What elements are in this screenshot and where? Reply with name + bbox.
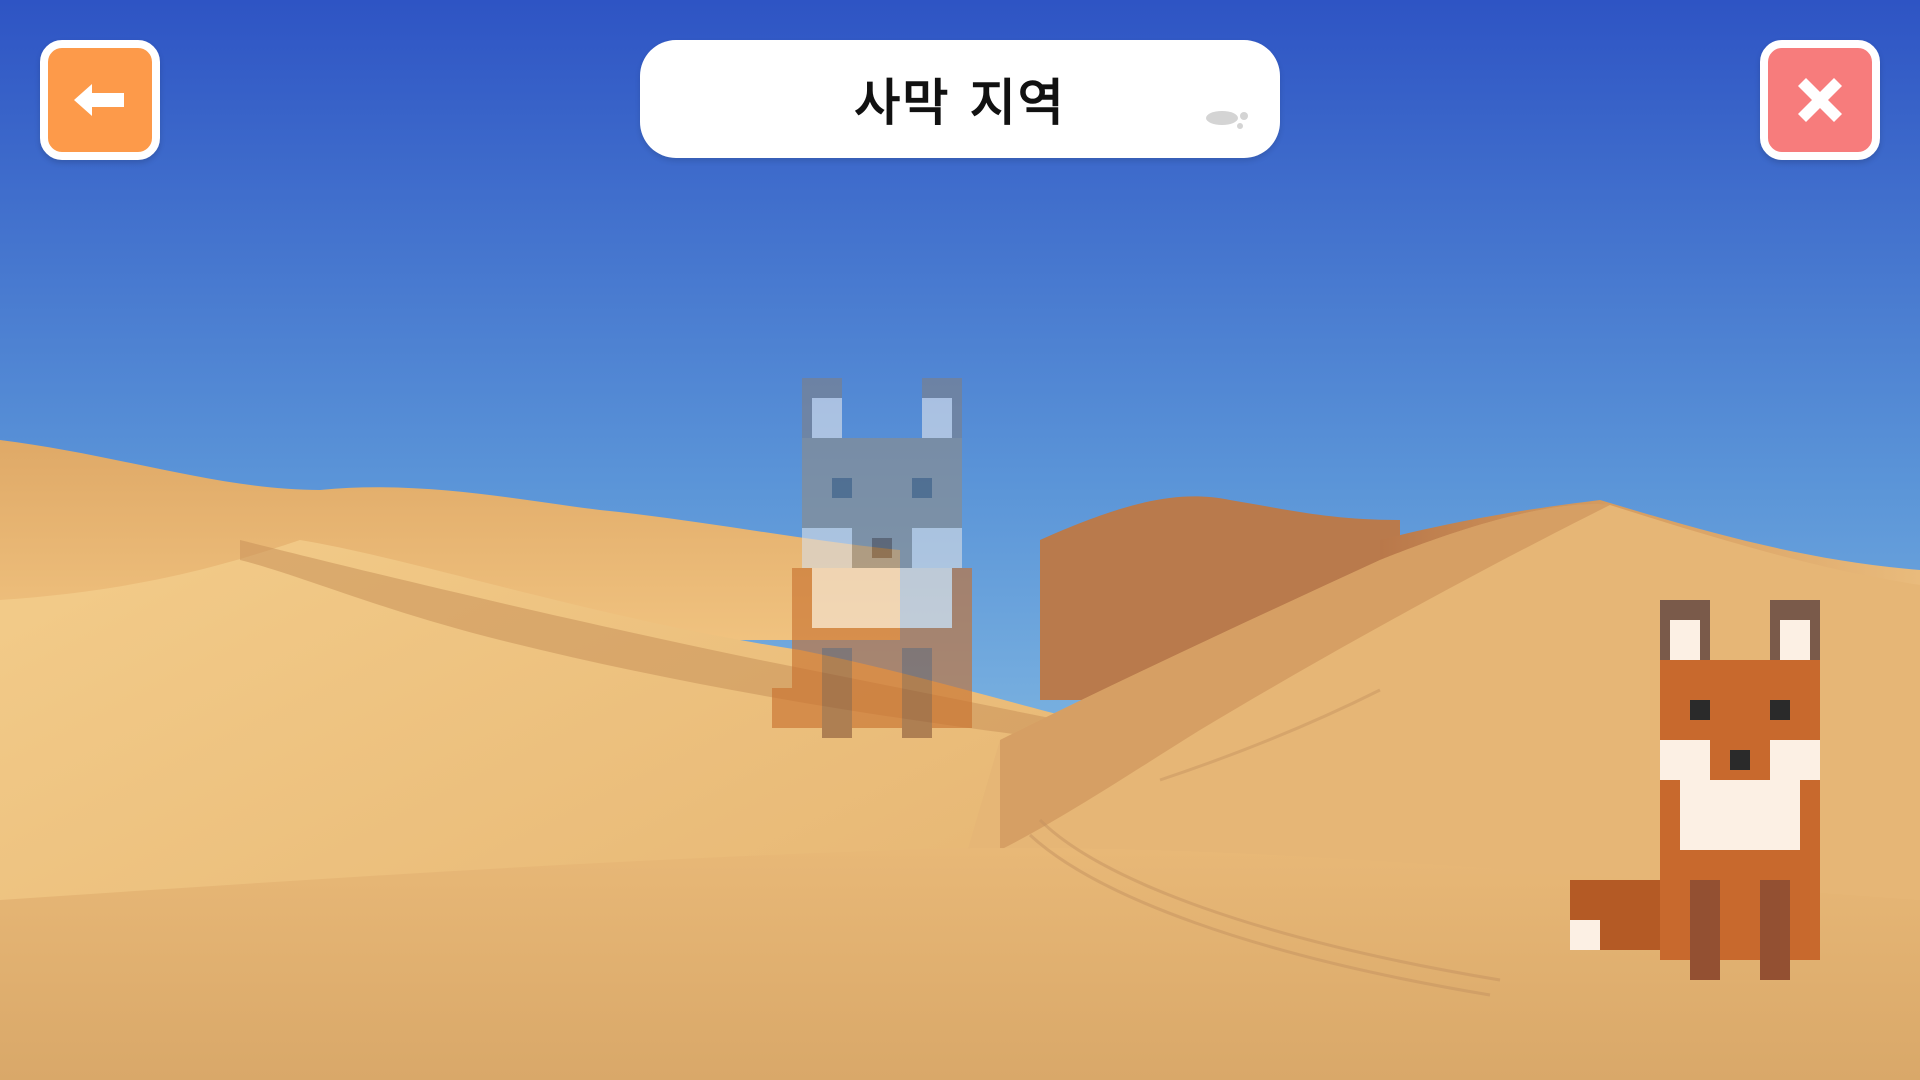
close-button[interactable]: [1760, 40, 1880, 160]
page-title: 사막 지역: [854, 74, 1066, 132]
close-x-icon: [1798, 78, 1842, 122]
fox-silhouette-target: [772, 378, 972, 738]
back-button[interactable]: [40, 40, 160, 160]
fox-character[interactable]: [1570, 600, 1870, 1040]
title-bar: 사막 지역: [640, 40, 1280, 158]
cloud-decoration-icon: [1206, 111, 1248, 129]
arrow-left-icon: [74, 84, 124, 116]
